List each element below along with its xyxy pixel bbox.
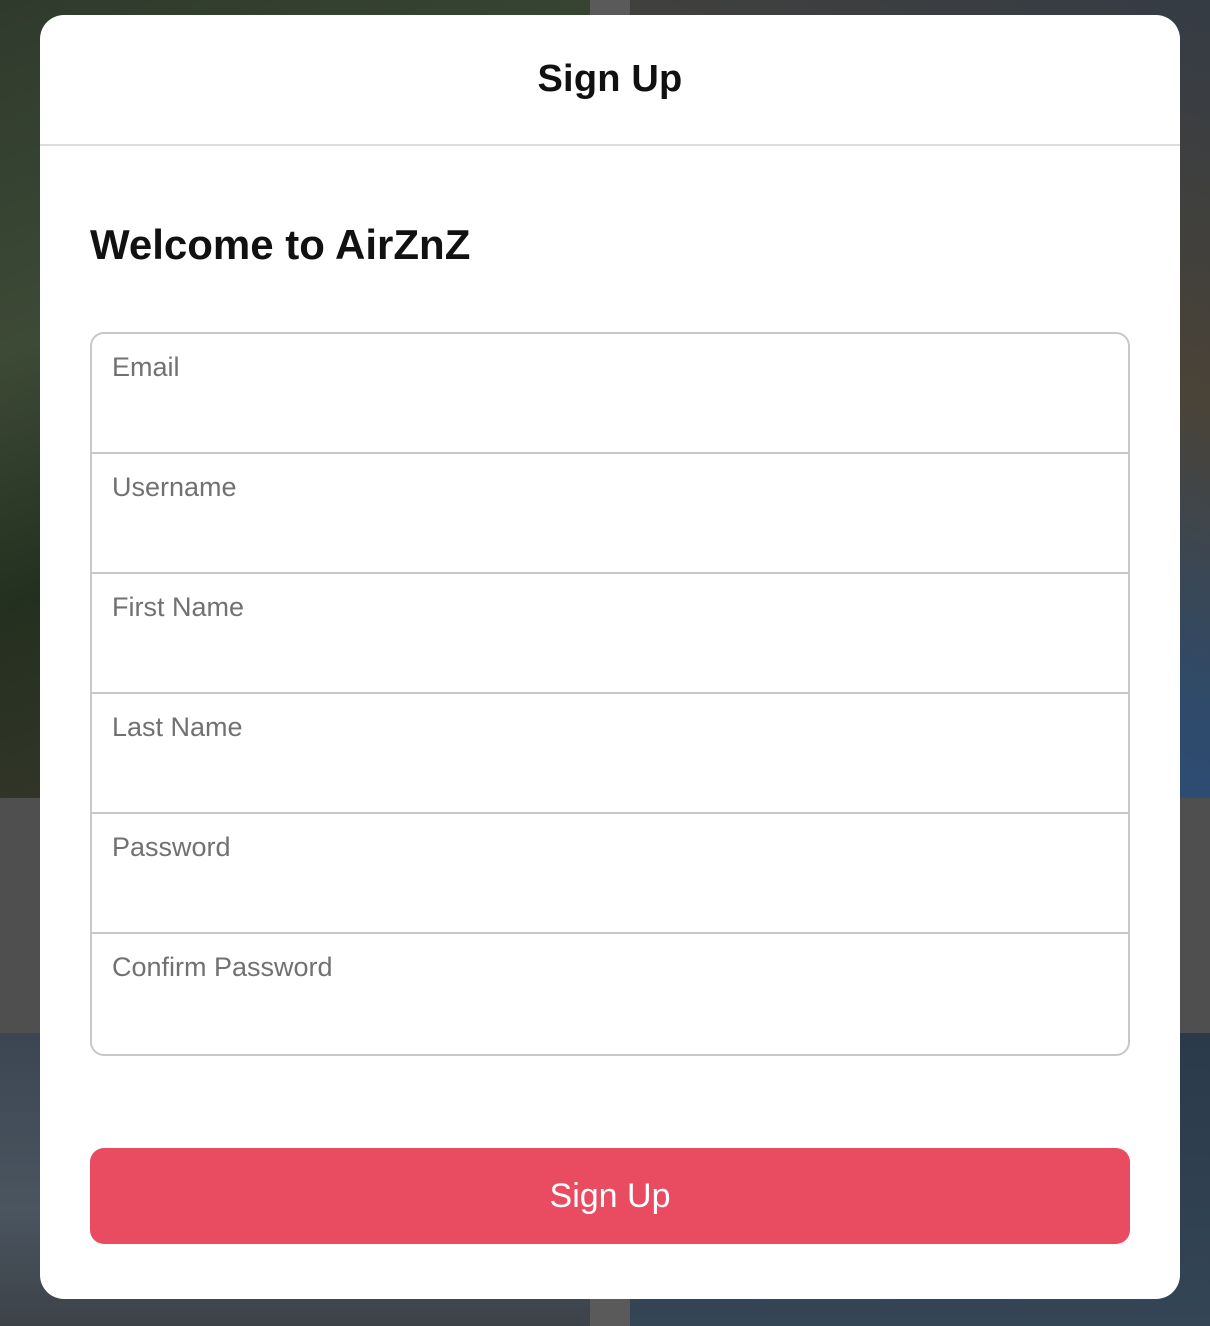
modal-title: Sign Up xyxy=(537,58,683,100)
modal-body: Welcome to AirZnZ Email Username First N… xyxy=(40,220,1180,1244)
modal-header: Sign Up xyxy=(40,15,1180,146)
last-name-input[interactable] xyxy=(112,756,1108,802)
confirm-password-label: Confirm Password xyxy=(112,952,333,982)
first-name-field[interactable]: First Name xyxy=(92,574,1128,694)
confirm-password-input[interactable] xyxy=(112,996,1108,1042)
email-input[interactable] xyxy=(112,396,1108,442)
email-field[interactable]: Email xyxy=(92,334,1128,454)
sign-up-button[interactable]: Sign Up xyxy=(90,1148,1130,1244)
confirm-password-field[interactable]: Confirm Password xyxy=(92,934,1128,1054)
first-name-label: First Name xyxy=(112,592,245,622)
signup-modal: Sign Up Welcome to AirZnZ Email Username… xyxy=(40,15,1180,1299)
signup-form-fields: Email Username First Name Last Name Pass… xyxy=(90,332,1130,1056)
email-label: Email xyxy=(112,352,180,382)
password-input[interactable] xyxy=(112,876,1108,922)
first-name-input[interactable] xyxy=(112,636,1108,682)
username-label: Username xyxy=(112,472,237,502)
username-input[interactable] xyxy=(112,516,1108,562)
last-name-field[interactable]: Last Name xyxy=(92,694,1128,814)
username-field[interactable]: Username xyxy=(92,454,1128,574)
password-label: Password xyxy=(112,832,231,862)
password-field[interactable]: Password xyxy=(92,814,1128,934)
welcome-heading: Welcome to AirZnZ xyxy=(90,221,471,268)
last-name-label: Last Name xyxy=(112,712,243,742)
